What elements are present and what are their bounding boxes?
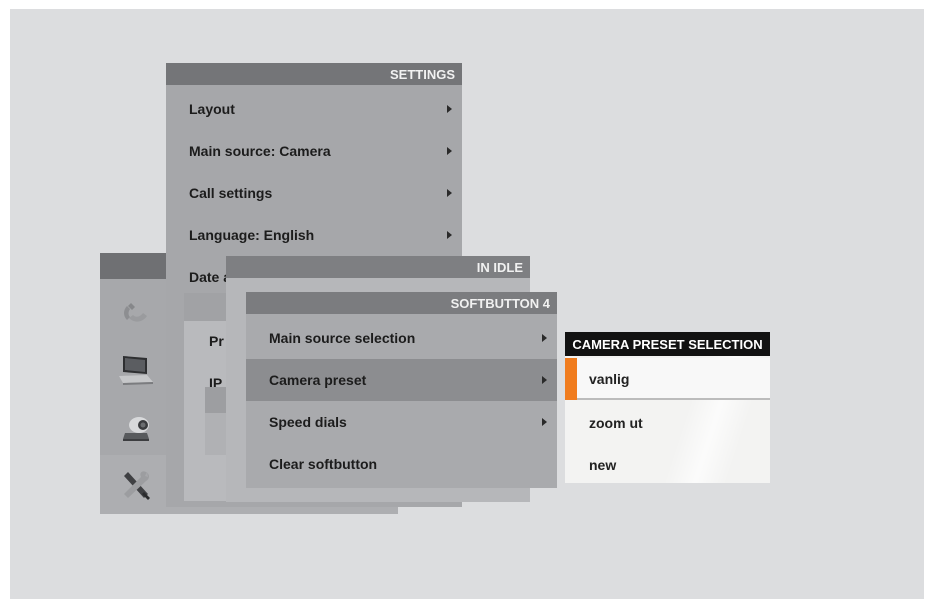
preset-item-label: vanlig [589, 371, 630, 387]
settings-item-label: Layout [189, 101, 235, 117]
camera-preset-title: CAMERA PRESET SELECTION [565, 332, 770, 356]
background-label-pr: Pr [209, 333, 224, 349]
background-panel-strip [184, 293, 230, 321]
preset-item-vanlig[interactable]: vanlig [565, 358, 770, 400]
camera-preset-menu: CAMERA PRESET SELECTION vanlig zoom ut n… [565, 332, 770, 483]
softbutton-item-label: Speed dials [269, 414, 347, 430]
preset-item-label: zoom ut [589, 415, 643, 431]
settings-item-label: Call settings [189, 185, 273, 201]
laptop-icon[interactable] [116, 349, 156, 389]
chevron-right-icon [447, 189, 452, 197]
selection-indicator [565, 358, 577, 400]
sidebar-header [100, 253, 166, 279]
softbutton-menu: SOFTBUTTON 4 Main source selection Camer… [246, 292, 557, 488]
softbutton-item-speed-dials[interactable]: Speed dials [246, 401, 557, 443]
preset-item-label: new [589, 457, 617, 473]
background-block [205, 387, 227, 413]
chevron-right-icon [542, 418, 547, 426]
tools-icon[interactable] [116, 466, 156, 506]
chevron-right-icon [447, 105, 452, 113]
chevron-right-icon [447, 147, 452, 155]
settings-menu-title: SETTINGS [166, 63, 462, 85]
chevron-right-icon [447, 231, 452, 239]
settings-item-language[interactable]: Language: English [166, 214, 462, 256]
settings-item-call-settings[interactable]: Call settings [166, 172, 462, 214]
softbutton-menu-title: SOFTBUTTON 4 [246, 292, 557, 314]
settings-item-label: Main source: Camera [189, 143, 331, 159]
phone-icon[interactable] [116, 291, 156, 331]
settings-item-main-source[interactable]: Main source: Camera [166, 130, 462, 172]
softbutton-item-main-source-selection[interactable]: Main source selection [246, 317, 557, 359]
settings-item-label: Language: English [189, 227, 315, 243]
preset-item-zoom-ut[interactable]: zoom ut [565, 402, 770, 444]
settings-item-layout[interactable]: Layout [166, 88, 462, 130]
preset-item-new[interactable]: new [565, 444, 770, 483]
softbutton-item-label: Camera preset [269, 372, 367, 388]
background-block [205, 413, 227, 455]
softbutton-item-label: Main source selection [269, 330, 416, 346]
softbutton-item-camera-preset[interactable]: Camera preset [246, 359, 557, 401]
chevron-right-icon [542, 334, 547, 342]
camera-icon[interactable] [116, 408, 156, 448]
softbutton-item-label: Clear softbutton [269, 456, 378, 472]
softbutton-item-clear-softbutton[interactable]: Clear softbutton [246, 443, 557, 485]
chevron-right-icon [542, 376, 547, 384]
settings-item-label: Date a [189, 269, 232, 285]
idle-panel-title: IN IDLE [226, 256, 530, 278]
